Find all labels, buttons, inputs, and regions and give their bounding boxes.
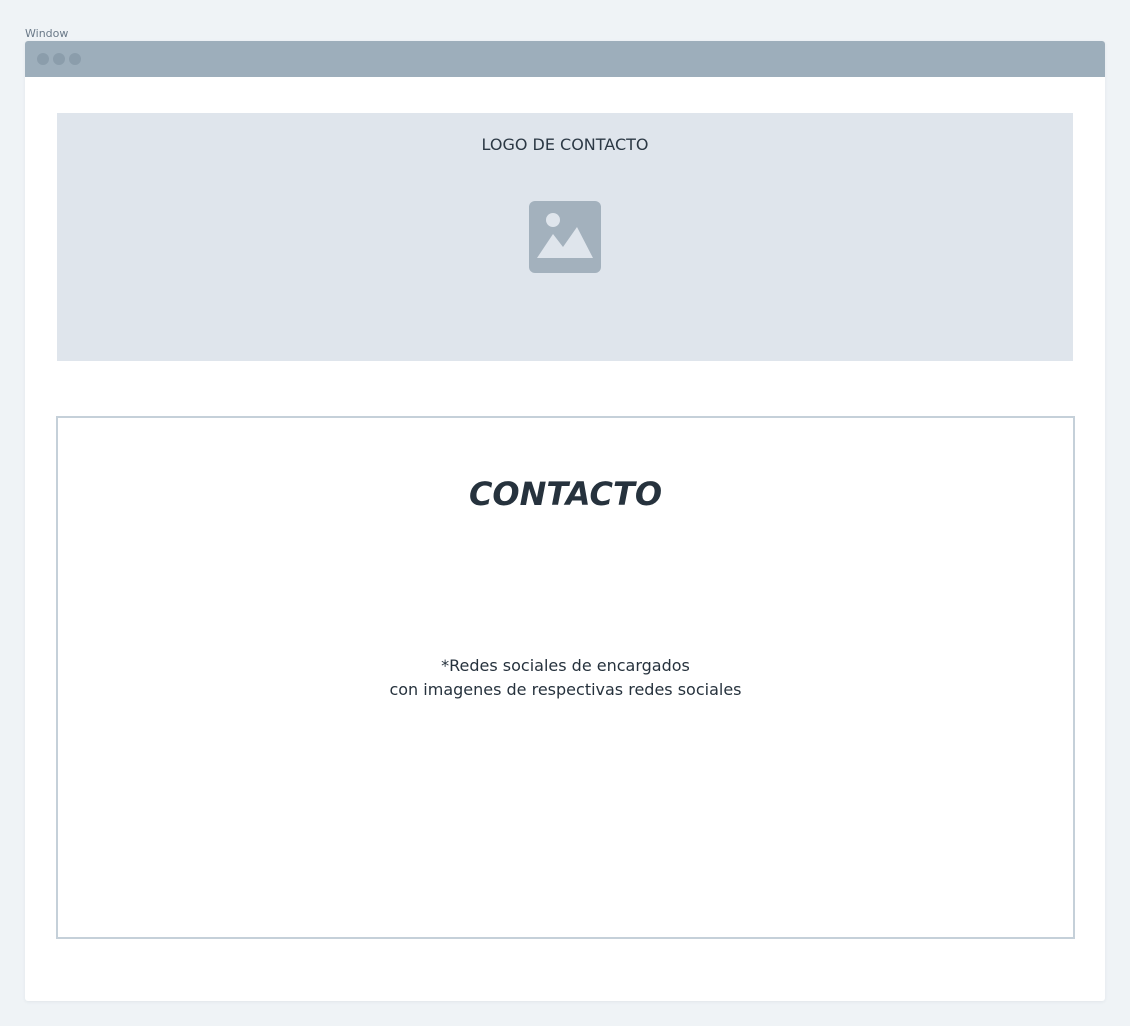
social-note-line-1: *Redes sociales de encargados xyxy=(441,656,690,675)
window-control-dot-1[interactable] xyxy=(37,53,49,65)
logo-label: LOGO DE CONTACTO xyxy=(481,135,649,154)
window-caption: Window xyxy=(25,27,69,40)
social-networks-note: *Redes sociales de encargados con imagen… xyxy=(58,654,1073,702)
image-placeholder-icon xyxy=(529,201,601,273)
window-control-dot-2[interactable] xyxy=(53,53,65,65)
browser-window: LOGO DE CONTACTO CONTACTO *Redes sociale… xyxy=(25,41,1105,1001)
contact-panel: CONTACTO *Redes sociales de encargados c… xyxy=(56,416,1075,939)
contact-title: CONTACTO xyxy=(468,475,663,513)
window-titlebar xyxy=(25,41,1105,77)
logo-panel: LOGO DE CONTACTO xyxy=(57,113,1073,361)
window-control-dot-3[interactable] xyxy=(69,53,81,65)
social-note-line-2: con imagenes de respectivas redes social… xyxy=(389,680,742,699)
